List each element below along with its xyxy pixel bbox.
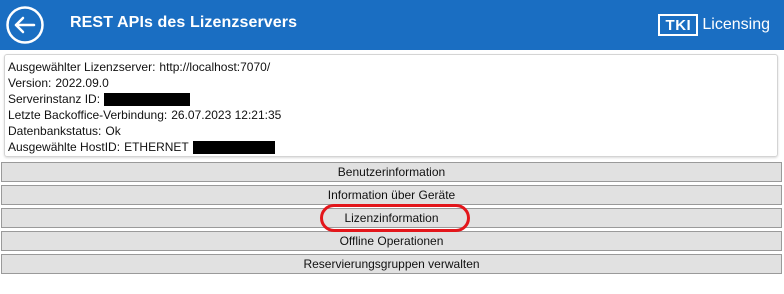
- db-value: Ok: [105, 124, 121, 138]
- page-title: REST APIs des Lizenzservers: [70, 14, 298, 31]
- offline-ops-button[interactable]: Offline Operationen: [1, 231, 782, 251]
- user-info-button[interactable]: Benutzerinformation: [1, 162, 782, 182]
- action-buttons: Benutzerinformation Information über Ger…: [1, 162, 783, 277]
- license-info-label: Lizenzinformation: [344, 211, 439, 225]
- brand: TKI Licensing: [658, 13, 770, 37]
- server-value: http://localhost:7070/: [159, 60, 271, 74]
- db-label: Datenbankstatus:: [8, 124, 102, 138]
- server-line: Ausgewählter Lizenzserver: http://localh…: [8, 59, 777, 75]
- app-header: REST APIs des Lizenzservers TKI Licensin…: [0, 0, 784, 50]
- hostid-value: ETHERNET: [124, 140, 189, 154]
- instance-label: Serverinstanz ID:: [8, 92, 101, 106]
- version-line: Version: 2022.09.0: [8, 75, 777, 91]
- db-line: Datenbankstatus: Ok: [8, 123, 777, 139]
- hostid-line: Ausgewählte HostID: ETHERNET: [8, 139, 777, 155]
- device-info-button[interactable]: Information über Geräte: [1, 185, 782, 205]
- backoffice-line: Letzte Backoffice-Verbindung: 26.07.2023…: [8, 107, 777, 123]
- instance-id-redacted: [104, 92, 191, 106]
- server-label: Ausgewählter Lizenzserver:: [8, 60, 156, 74]
- backoffice-value: 26.07.2023 12:21:35: [171, 108, 282, 122]
- server-info-panel: Ausgewählter Lizenzserver: http://localh…: [4, 54, 778, 157]
- version-value: 2022.09.0: [55, 76, 109, 90]
- hostid-redacted: [192, 140, 275, 154]
- tki-logo: TKI: [658, 14, 699, 36]
- backoffice-label: Letzte Backoffice-Verbindung:: [8, 108, 168, 122]
- arrow-left-circle-icon: [6, 6, 44, 44]
- instance-line: Serverinstanz ID:: [8, 91, 777, 107]
- brand-text: Licensing: [702, 16, 770, 33]
- tki-logo-text: TKI: [665, 16, 692, 34]
- version-label: Version:: [8, 76, 52, 90]
- reservation-groups-button[interactable]: Reservierungsgruppen verwalten: [1, 254, 782, 274]
- hostid-label: Ausgewählte HostID:: [8, 140, 121, 154]
- license-info-button[interactable]: Lizenzinformation: [1, 204, 782, 232]
- back-button[interactable]: [5, 5, 45, 45]
